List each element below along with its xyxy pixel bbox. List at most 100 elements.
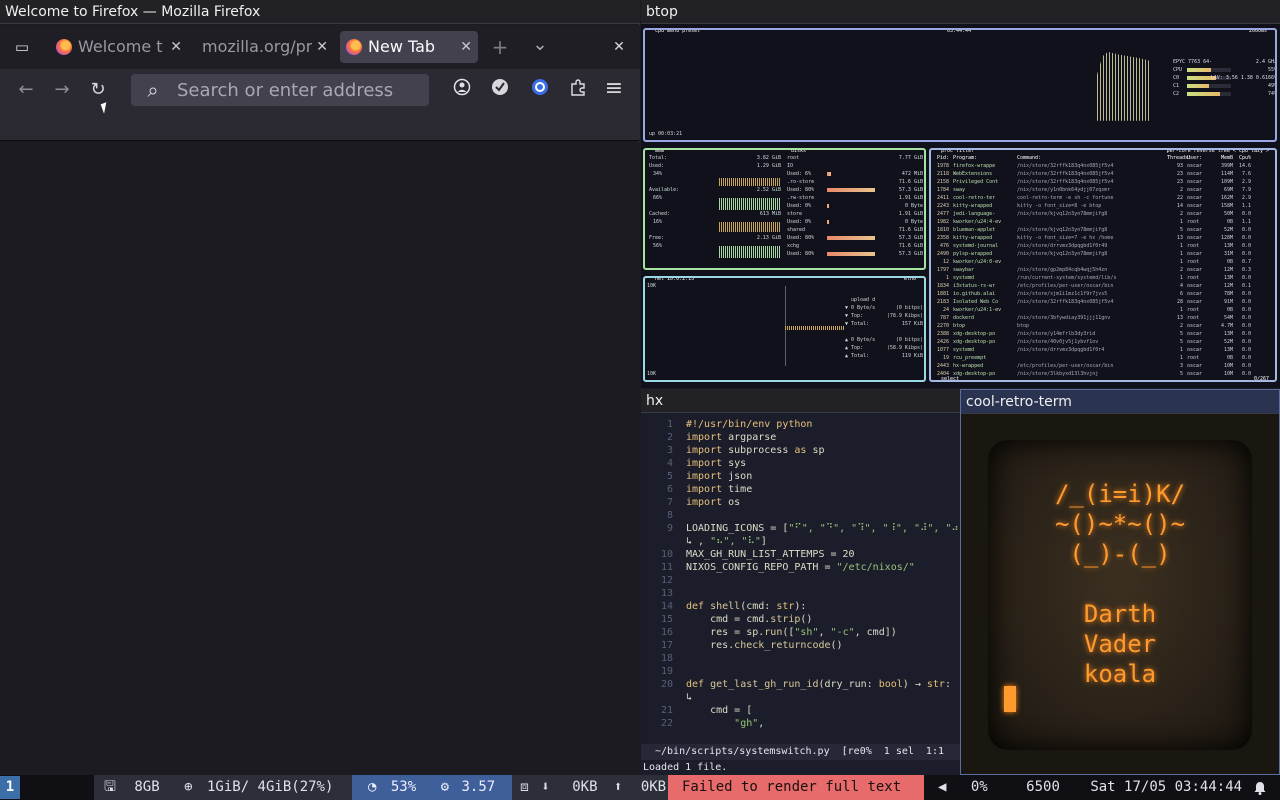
process-row[interactable]: 1881 io.github.alai/nix/store/sjm1i1mz1c1… <box>935 290 1275 298</box>
app-menu-icon[interactable]: ≡ <box>602 77 626 101</box>
new-tab-plus-icon[interactable]: + <box>488 35 512 59</box>
process-cell: 2388 <box>936 331 949 337</box>
account-icon[interactable] <box>450 78 474 102</box>
mem-used-percent: 34% <box>653 171 663 177</box>
net-interface[interactable]: eth0 <box>901 278 918 282</box>
process-row[interactable]: 2270 btop btop 2 oscar 4.7M 0.0 <box>935 322 1275 330</box>
crt-window-title: cool-retro-term <box>961 390 1279 414</box>
process-row[interactable]: 2118 WebExtensions/nix/store/32rffk183q4n… <box>935 170 1275 178</box>
process-row[interactable]: 1797 swaybar/nix/store/gp2mp84cqb4wqj5h4z… <box>935 266 1275 274</box>
tab-welcome[interactable]: Welcome t ✕ <box>50 31 188 63</box>
tab-mozilla[interactable]: mozilla.org/pr ✕ <box>194 31 334 63</box>
process-cell: 2 <box>1179 187 1183 193</box>
process-cell: blueman-applet <box>953 227 996 233</box>
process-cell: Privileged Cont <box>953 179 999 185</box>
process-row[interactable]: 2388 xdg-desktop-po/nix/store/y14mfrlb3dy… <box>935 330 1275 338</box>
memory-block: 🖫 8GB ⊕ 1GiB/ 4GiB(27%) <box>94 775 352 800</box>
process-row[interactable]: 12 kworker/u24:0-ev 1 root 0B 0.7 <box>935 258 1275 266</box>
process-row[interactable]: 1810 blueman-applet/nix/store/kjvq12n3yn7… <box>935 226 1275 234</box>
process-cell: 13M <box>1223 275 1233 281</box>
code-token: import <box>686 458 723 469</box>
process-row[interactable]: 787 dockerd/nix/store/3bfywdiay391jjj11gn… <box>935 314 1275 322</box>
process-row[interactable]: 2404 xdg-desktop-po/nix/store/3lkbyxd13l3… <box>935 370 1275 378</box>
net-stat-value: (0 bitps) <box>895 337 923 343</box>
process-cell: 52M <box>1223 227 1233 233</box>
upload-value: 0KB <box>640 779 667 795</box>
tab-close-icon[interactable]: ✕ <box>170 31 182 63</box>
process-row[interactable]: 2183 Isolated Web Co/nix/store/32rffk183q… <box>935 298 1275 306</box>
proc-column-header[interactable]: Program: <box>953 154 1017 162</box>
list-all-tabs-chevron-icon[interactable]: ⌄ <box>528 33 552 57</box>
process-row[interactable]: 2358 kitty-wrapped kitty -o font_size=7 -e… <box>935 234 1275 242</box>
process-row[interactable]: 2443 hx-wrapped/etc/profiles/per-user/osc… <box>935 362 1275 370</box>
proc-column-header[interactable]: Threads: <box>1167 154 1191 162</box>
code-text: def get_last_gh_run_id(dry_run: bool) → … <box>686 679 951 690</box>
process-row[interactable]: 2477 jedi-language- /nix/store/kjvq12n3yn7… <box>935 210 1275 218</box>
crt-screen[interactable]: /_(i=i)K/~()~*~()~ (_)-(_) Darth Vader koala <box>988 440 1252 750</box>
process-row[interactable]: 2158 Privileged Cont/nix/store/32rffk183q… <box>935 178 1275 186</box>
process-row[interactable]: 19 rcu_preempt 1 root 0B 0.0 <box>935 354 1275 362</box>
process-row[interactable]: 2426 xdg-desktop-po/nix/store/40v0jv5j1yb… <box>935 338 1275 346</box>
extension-circle-icon[interactable] <box>528 78 552 102</box>
close-window-icon[interactable]: ✕ <box>607 35 631 59</box>
proc-column-header[interactable]: User: <box>1187 154 1211 162</box>
process-row[interactable]: 2490 pylsp-wrapped/nix/store/kjvq12n3yn78… <box>935 250 1275 258</box>
process-cell: 0.0 <box>1241 235 1251 241</box>
disk-value: 71.6 GiB <box>898 179 923 185</box>
process-row[interactable]: 1834 i3status-rs-wr/etc/profiles/per-user… <box>935 282 1275 290</box>
proc-footer[interactable]: select <box>939 376 962 380</box>
tab-new-tab[interactable]: New Tab ✕ <box>340 31 478 63</box>
process-cell: 19 <box>942 355 949 361</box>
tab-close-icon[interactable]: ✕ <box>460 31 472 63</box>
line-number: 22 <box>660 718 673 729</box>
proc-column-header[interactable]: Pid: <box>935 154 949 162</box>
proc-column-header[interactable]: MemB <box>1211 154 1233 162</box>
code-view[interactable]: 1 #!/usr/bin/env python 2 import argparse 3 i… <box>641 414 960 731</box>
firefox-view-icon[interactable]: ▭ <box>10 35 34 59</box>
back-arrow-icon[interactable]: ← <box>14 78 38 102</box>
forward-arrow-icon[interactable]: → <box>50 78 74 102</box>
address-bar[interactable]: ⌕ <box>131 74 429 106</box>
extensions-puzzle-icon[interactable] <box>566 78 590 102</box>
process-row[interactable]: 1978 firefox-wrappe/nix/store/32rffk183q4… <box>935 162 1275 170</box>
proc-column-header[interactable]: Command: <box>1017 154 1167 162</box>
process-cell: /nix/store/32rffk183q4nx085jf5v4 <box>1017 171 1114 177</box>
volume-icon[interactable]: ◀ <box>938 779 946 795</box>
process-row[interactable]: 1 systemd/run/current-system/systemd/lib/… <box>935 274 1275 282</box>
reload-icon[interactable]: ↻ <box>86 78 110 102</box>
notification-bell-icon[interactable] <box>1254 775 1266 800</box>
process-row[interactable]: 1784 sway/nix/store/y1n0bnk64ydjj07zqsmr 2… <box>935 186 1275 194</box>
process-row[interactable]: 2411 cool-retro-ter cool-retro-term -e sh … <box>935 194 1275 202</box>
mem-free-value: 2.13 GiB <box>756 235 781 241</box>
net-stat-row: ▼ 0 Byte/s (0 bitps) <box>845 304 923 312</box>
code-token: import <box>686 471 723 482</box>
process-row[interactable]: 476 systemd-journal/nix/store/drrvmz3dpqg… <box>935 242 1275 250</box>
process-row[interactable]: 1982 kworker/u24:4-ev 1 root 0B 1.1 <box>935 218 1275 226</box>
process-row[interactable]: 24 kworker/u24:1-ev 1 root 0B 0.0 <box>935 306 1275 314</box>
workspace-1-button[interactable]: 1 <box>0 776 20 799</box>
process-cell: root <box>1187 259 1200 265</box>
net-box-header[interactable]: net 10.0.2.15 <box>653 278 697 282</box>
process-cell: /nix/store/kjvq12n3yn78mmjifg8 <box>1017 211 1108 217</box>
process-cell: 91M <box>1223 299 1233 305</box>
extension-check-icon[interactable] <box>488 78 512 102</box>
editor-status-line: ~/bin/scripts/systemswitch.py [re0% 1 se… <box>641 744 960 760</box>
process-cell: sway <box>953 187 966 193</box>
proc-column-header[interactable]: Cpu% <box>1233 154 1251 162</box>
process-cell: 0.0 <box>1241 243 1251 249</box>
process-cell: 93 <box>1176 163 1183 169</box>
net-stat-row: ▼ Top: (78.9 Kibps) <box>845 312 923 320</box>
code-token: (cmd: <box>740 601 777 612</box>
cpu-refresh-rate[interactable]: 2000ms <box>1246 30 1269 34</box>
process-cell: 2 <box>1179 267 1183 273</box>
process-cell: 1881 <box>936 291 949 297</box>
process-row[interactable]: 2243 kitty-wrapped kitty -o font_size=8 -e… <box>935 202 1275 210</box>
process-row[interactable]: 1077 systemd/nix/store/drrvmz3dpqgbd1f0r4… <box>935 346 1275 354</box>
address-input[interactable] <box>177 74 417 106</box>
process-cell: 28 <box>1176 299 1183 305</box>
cpu-box-header[interactable]: cpu menu preset <box>653 30 703 34</box>
net-stat-value: (78.9 Kibps) <box>886 313 923 319</box>
process-cell: oscar <box>1187 211 1203 217</box>
tab-close-icon[interactable]: ✕ <box>316 31 328 63</box>
code-text: import time <box>686 484 752 495</box>
